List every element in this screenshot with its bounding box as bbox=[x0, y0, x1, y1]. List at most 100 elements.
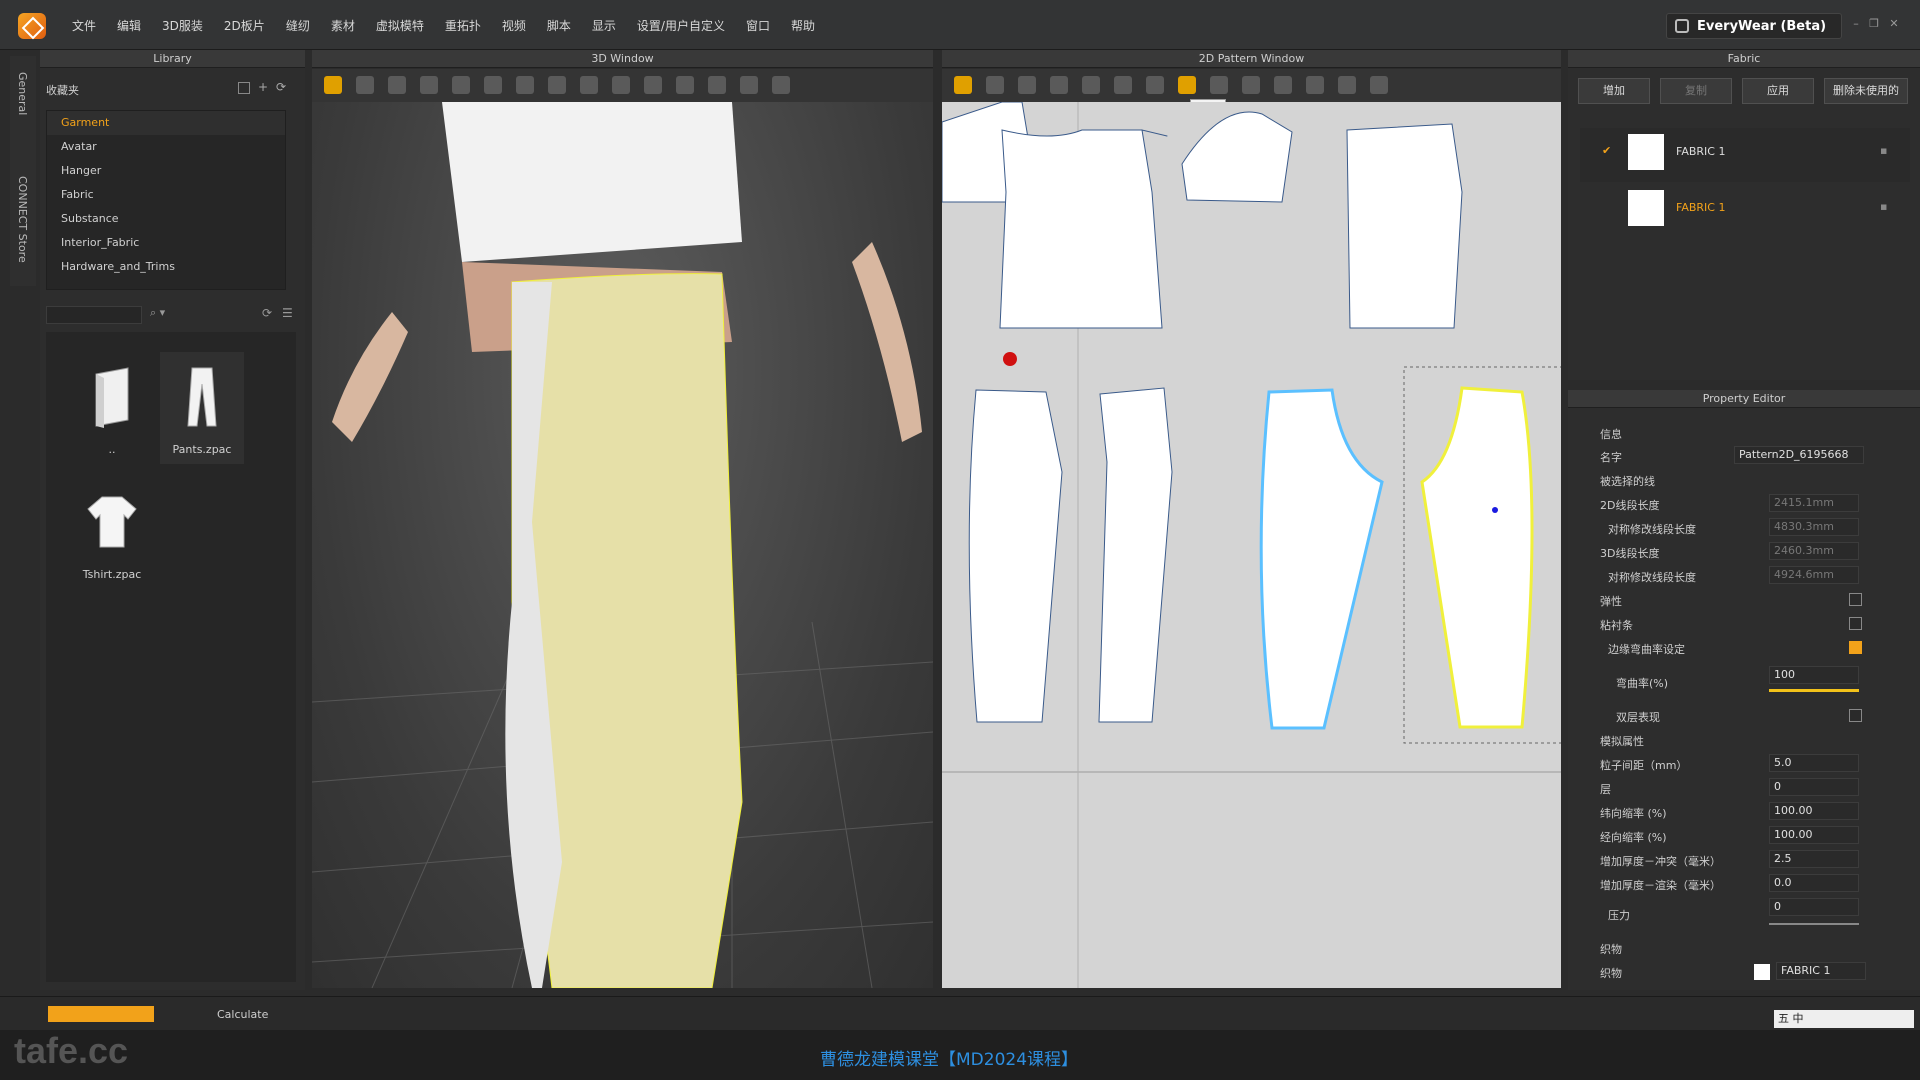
particle-field[interactable]: 5.0 bbox=[1769, 754, 1859, 772]
trim-icon[interactable] bbox=[740, 76, 758, 94]
menu-avatar[interactable]: 虚拟模特 bbox=[376, 17, 424, 34]
restore-icon[interactable]: ❐ bbox=[1868, 18, 1880, 30]
section-selected-line[interactable]: 被选择的线 bbox=[1600, 473, 1655, 489]
sym2d-field[interactable]: 4830.3mm bbox=[1769, 518, 1859, 536]
menu-script[interactable]: 脚本 bbox=[547, 17, 571, 34]
thickness-collision-field[interactable]: 2.5 bbox=[1769, 850, 1859, 868]
menu-retopology[interactable]: 重拓扑 bbox=[445, 17, 481, 34]
zipper-icon[interactable] bbox=[676, 76, 694, 94]
menu-2d-pattern[interactable]: 2D板片 bbox=[224, 17, 265, 34]
layer-field[interactable]: 0 bbox=[1769, 778, 1859, 796]
tree-item-fabric[interactable]: Fabric bbox=[47, 183, 285, 207]
search-icon[interactable]: ⌕ ▾ bbox=[150, 306, 165, 320]
menu-edit[interactable]: 编辑 bbox=[117, 17, 141, 34]
copy-fabric-button[interactable]: 复制 bbox=[1660, 78, 1732, 104]
fuse-checkbox[interactable] bbox=[1849, 617, 1862, 630]
segment-sew-icon[interactable] bbox=[1146, 76, 1164, 94]
file-parent-folder[interactable]: .. bbox=[70, 352, 154, 464]
fold-icon[interactable] bbox=[420, 76, 438, 94]
elastic-icon[interactable] bbox=[1210, 76, 1228, 94]
viewport-2d[interactable] bbox=[941, 101, 1575, 988]
menu-materials[interactable]: 素材 bbox=[331, 17, 355, 34]
list-refresh-icon[interactable]: ⟳ bbox=[262, 306, 272, 320]
transform-pattern-icon[interactable] bbox=[986, 76, 1004, 94]
library-search-input[interactable] bbox=[46, 306, 142, 324]
close-icon[interactable]: ✕ bbox=[1888, 18, 1900, 30]
tack-icon[interactable] bbox=[516, 76, 534, 94]
tree-item-garment[interactable]: Garment bbox=[47, 111, 285, 135]
tree-item-hanger[interactable]: Hanger bbox=[47, 159, 285, 183]
fabric-menu-icon[interactable]: ▪ bbox=[1880, 200, 1887, 213]
app-logo-icon[interactable] bbox=[18, 13, 46, 39]
line-icon[interactable] bbox=[1306, 76, 1324, 94]
section-info[interactable]: 信息 bbox=[1600, 426, 1622, 442]
pressure-slider[interactable] bbox=[1769, 923, 1859, 925]
menu-sewing[interactable]: 缝纫 bbox=[286, 17, 310, 34]
curve-percent-field[interactable]: 100 bbox=[1769, 666, 1859, 684]
select-move-icon[interactable] bbox=[324, 76, 342, 94]
tree-item-avatar[interactable]: Avatar bbox=[47, 135, 285, 159]
delete-unused-button[interactable]: 删除未使用的 bbox=[1824, 78, 1908, 104]
curve-slider[interactable] bbox=[1769, 689, 1859, 692]
add-icon[interactable]: + bbox=[258, 80, 268, 94]
sym3d-field[interactable]: 4924.6mm bbox=[1769, 566, 1859, 584]
shirt-icon[interactable] bbox=[1370, 76, 1388, 94]
ime-toolbar[interactable]: 五 中 bbox=[1774, 1010, 1914, 1028]
warp-field[interactable]: 100.00 bbox=[1769, 826, 1859, 844]
file-pants-zpac[interactable]: Pants.zpac bbox=[160, 352, 244, 464]
menu-display[interactable]: 显示 bbox=[592, 17, 616, 34]
fabric-prop-select[interactable]: FABRIC 1 bbox=[1776, 962, 1866, 980]
symmetry-icon[interactable] bbox=[1338, 76, 1356, 94]
pin-icon[interactable] bbox=[388, 76, 406, 94]
topstitch-icon[interactable] bbox=[708, 76, 726, 94]
download-icon[interactable] bbox=[238, 82, 250, 94]
button-tool-icon[interactable] bbox=[644, 76, 662, 94]
elastic-checkbox[interactable] bbox=[1849, 593, 1862, 606]
file-tshirt-zpac[interactable]: Tshirt.zpac bbox=[70, 477, 154, 589]
len2d-field[interactable]: 2415.1mm bbox=[1769, 494, 1859, 512]
fold-arrange-icon[interactable] bbox=[1242, 76, 1260, 94]
weft-field[interactable]: 100.00 bbox=[1769, 802, 1859, 820]
polygon-icon[interactable] bbox=[1050, 76, 1068, 94]
menu-video[interactable]: 视频 bbox=[502, 17, 526, 34]
sew-icon[interactable] bbox=[1114, 76, 1132, 94]
menu-file[interactable]: 文件 bbox=[72, 17, 96, 34]
rectangle-icon[interactable] bbox=[1018, 76, 1036, 94]
tab-general[interactable]: General bbox=[16, 72, 29, 115]
len3d-field[interactable]: 2460.3mm bbox=[1769, 542, 1859, 560]
gather-icon[interactable] bbox=[1178, 76, 1196, 94]
tree-item-interior-fabric[interactable]: Interior_Fabric bbox=[47, 231, 285, 255]
arrange-icon[interactable] bbox=[484, 76, 502, 94]
section-simulation[interactable]: 模拟属性 bbox=[1600, 733, 1644, 749]
minimize-icon[interactable]: – bbox=[1850, 18, 1862, 30]
steam-icon[interactable] bbox=[580, 76, 598, 94]
double-layer-checkbox[interactable] bbox=[1849, 709, 1862, 722]
edit-pattern-icon[interactable] bbox=[954, 76, 972, 94]
curve-checkbox[interactable] bbox=[1849, 641, 1862, 654]
menu-window[interactable]: 窗口 bbox=[746, 17, 770, 34]
tree-item-hardware-trims[interactable]: Hardware_and_Trims bbox=[47, 255, 285, 279]
list-view-icon[interactable]: ☰ bbox=[282, 306, 293, 320]
measure-icon[interactable] bbox=[452, 76, 470, 94]
texture-icon[interactable] bbox=[772, 76, 790, 94]
transform-icon[interactable] bbox=[356, 76, 374, 94]
puckering-icon[interactable] bbox=[612, 76, 630, 94]
fabric-item[interactable]: ✔ FABRIC 1 ▪ bbox=[1580, 128, 1910, 182]
tab-connect-store[interactable]: CONNECT Store bbox=[16, 176, 29, 263]
menu-settings[interactable]: 设置/用户自定义 bbox=[637, 17, 725, 34]
fabric-item[interactable]: FABRIC 1 ▪ bbox=[1580, 184, 1910, 238]
menu-help[interactable]: 帮助 bbox=[791, 17, 815, 34]
pressure-field[interactable]: 0 bbox=[1769, 898, 1859, 916]
name-field[interactable]: Pattern2D_6195668 bbox=[1734, 446, 1864, 464]
viewport-3d[interactable] bbox=[311, 102, 934, 989]
menu-3d-garment[interactable]: 3D服装 bbox=[162, 17, 203, 34]
tree-item-substance[interactable]: Substance bbox=[47, 207, 285, 231]
section-fabric[interactable]: 织物 bbox=[1600, 941, 1622, 957]
thickness-render-field[interactable]: 0.0 bbox=[1769, 874, 1859, 892]
add-fabric-button[interactable]: 增加 bbox=[1578, 78, 1650, 104]
fabric-menu-icon[interactable]: ▪ bbox=[1880, 144, 1887, 157]
dart-icon[interactable] bbox=[1082, 76, 1100, 94]
workspace-selector[interactable]: EveryWear (Beta) bbox=[1666, 13, 1842, 39]
avatar-tool-icon[interactable] bbox=[548, 76, 566, 94]
refresh-icon[interactable]: ⟳ bbox=[276, 80, 286, 94]
